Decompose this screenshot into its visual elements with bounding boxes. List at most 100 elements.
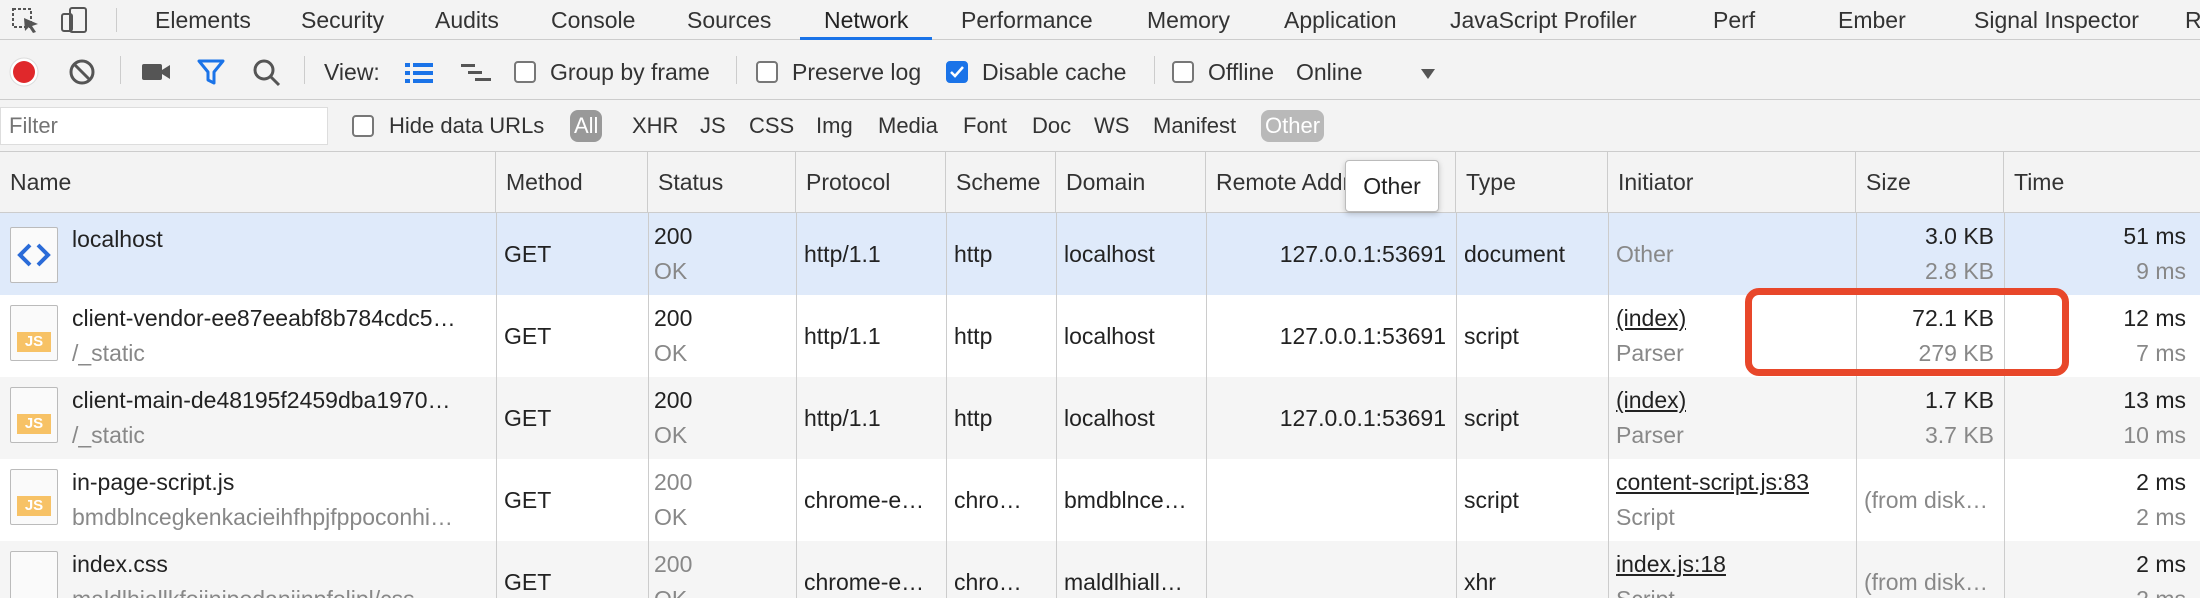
- filter-icon[interactable]: [196, 58, 226, 86]
- tab-elements[interactable]: Elements: [155, 0, 251, 40]
- initiator-link[interactable]: index.js:18: [1616, 551, 1726, 578]
- column-header-domain[interactable]: Domain: [1056, 152, 1206, 213]
- column-divider: [496, 213, 497, 598]
- type-filter-all[interactable]: All: [570, 110, 603, 142]
- tab-perf[interactable]: Perf: [1713, 0, 1755, 40]
- request-path: bmdblncegkenkacieihfhpjfppoconhi…: [72, 504, 454, 530]
- preserve-log-checkbox[interactable]: [756, 61, 778, 83]
- column-divider: [946, 213, 947, 598]
- domain: localhost: [1064, 405, 1155, 431]
- column-header-scheme[interactable]: Scheme: [946, 152, 1056, 213]
- type-filter-js[interactable]: JS: [696, 110, 730, 142]
- column-divider: [648, 213, 649, 598]
- protocol: http/1.1: [804, 405, 881, 431]
- table-row[interactable]: JS client-main-de48195f2459dba1970… /_st…: [0, 377, 2200, 459]
- initiator-type: Script: [1616, 586, 1675, 598]
- initiator-link[interactable]: (index): [1616, 305, 1686, 332]
- domain: bmdblnce…: [1064, 487, 1187, 513]
- capture-screenshots-icon[interactable]: [140, 60, 172, 84]
- tab-console[interactable]: Console: [551, 0, 635, 40]
- type-filter-img[interactable]: Img: [812, 110, 857, 142]
- search-icon[interactable]: [252, 58, 282, 88]
- tab-react[interactable]: React: [2185, 0, 2200, 40]
- request-path: /_static: [72, 340, 145, 366]
- status-code: 200: [654, 223, 693, 249]
- transfer-size: (from disk…: [1864, 569, 1988, 595]
- domain: maldlhiall…: [1064, 569, 1183, 595]
- group-by-frame-checkbox[interactable]: [514, 61, 536, 83]
- column-header-type[interactable]: Type: [1456, 152, 1608, 213]
- tab-security[interactable]: Security: [301, 0, 384, 40]
- column-header-initiator[interactable]: Initiator: [1608, 152, 1856, 213]
- initiator-link[interactable]: (index): [1616, 387, 1686, 414]
- status-code: 200: [654, 305, 693, 331]
- tooltip: Other: [1345, 160, 1439, 212]
- scheme: http: [954, 405, 993, 431]
- request-method: GET: [504, 323, 552, 349]
- column-header-protocol[interactable]: Protocol: [796, 152, 946, 213]
- domain: localhost: [1064, 241, 1155, 267]
- table-row[interactable]: localhost GET 200 OK http/1.1 http local…: [0, 213, 2200, 295]
- type-filter-other[interactable]: Other: [1261, 110, 1325, 142]
- type-filter-xhr[interactable]: XHR: [628, 110, 682, 142]
- type-filter-doc[interactable]: Doc: [1028, 110, 1075, 142]
- column-divider: [1056, 213, 1057, 598]
- inspect-element-icon[interactable]: [10, 6, 42, 34]
- filter-input[interactable]: [0, 107, 328, 145]
- request-name: index.css: [72, 551, 168, 577]
- tab-performance[interactable]: Performance: [961, 0, 1093, 40]
- initiator-type: Parser: [1616, 422, 1684, 448]
- clear-icon[interactable]: [68, 58, 96, 86]
- tab-application[interactable]: Application: [1284, 0, 1397, 40]
- large-rows-icon[interactable]: [404, 62, 434, 84]
- type-filter-media[interactable]: Media: [874, 110, 942, 142]
- column-header-method[interactable]: Method: [496, 152, 648, 213]
- table-row[interactable]: index.css maldlhiallkfoiinipodanjinpfoli…: [0, 541, 2200, 598]
- request-path: /_static: [72, 422, 145, 448]
- divider: [304, 56, 305, 84]
- device-toolbar-icon[interactable]: [58, 6, 90, 34]
- throttling-select[interactable]: Online: [1296, 59, 1362, 86]
- total-time: 2 ms: [2136, 469, 2186, 495]
- tab-signal-inspector[interactable]: Signal Inspector: [1974, 0, 2139, 40]
- file-icon: [10, 551, 58, 598]
- status-code: 200: [654, 387, 693, 413]
- disable-cache-checkbox[interactable]: [946, 61, 968, 83]
- tab-memory[interactable]: Memory: [1147, 0, 1230, 40]
- protocol: chrome-e…: [804, 487, 925, 513]
- scheme: chro…: [954, 569, 1022, 595]
- type-filter-css[interactable]: CSS: [745, 110, 798, 142]
- tab-audits[interactable]: Audits: [435, 0, 499, 40]
- initiator-link[interactable]: content-script.js:83: [1616, 469, 1809, 496]
- tab-sources[interactable]: Sources: [687, 0, 771, 40]
- remote-address: 127.0.0.1:53691: [1279, 323, 1446, 349]
- tab-ember[interactable]: Ember: [1838, 0, 1906, 40]
- chevron-down-icon[interactable]: [1420, 68, 1436, 80]
- status-text: OK: [654, 422, 688, 448]
- group-by-frame-label: Group by frame: [550, 59, 710, 85]
- type-filter-font[interactable]: Font: [959, 110, 1011, 142]
- table-row[interactable]: JS in-page-script.js bmdblncegkenkacieih…: [0, 459, 2200, 541]
- type-filter-manifest[interactable]: Manifest: [1149, 110, 1240, 142]
- column-divider: [1456, 213, 1457, 598]
- column-header-size[interactable]: Size: [1856, 152, 2004, 213]
- offline-checkbox[interactable]: [1172, 61, 1194, 83]
- column-header-name[interactable]: Name: [0, 152, 496, 213]
- total-time: 2 ms: [2136, 551, 2186, 577]
- waterfall-overview-icon[interactable]: [460, 62, 492, 84]
- tab-network[interactable]: Network: [800, 0, 933, 40]
- column-header-status[interactable]: Status: [648, 152, 796, 213]
- column-divider: [1608, 213, 1609, 598]
- hide-data-urls-label: Hide data URLs: [389, 113, 545, 138]
- record-icon[interactable]: [8, 56, 40, 88]
- type-filter-ws[interactable]: WS: [1090, 110, 1133, 142]
- request-path: maldlhiallkfoiinipodanjinpfolipl/css: [72, 586, 482, 598]
- resource-size: 2.8 KB: [1924, 258, 1994, 284]
- column-header-time[interactable]: Time: [2004, 152, 2200, 213]
- code-brackets-icon: [17, 243, 51, 267]
- tab-javascript-profiler[interactable]: JavaScript Profiler: [1450, 0, 1637, 40]
- hide-data-urls-checkbox[interactable]: [352, 115, 374, 137]
- remote-address: 127.0.0.1:53691: [1279, 241, 1446, 267]
- request-method: GET: [504, 569, 552, 595]
- initiator-type: Parser: [1616, 340, 1684, 366]
